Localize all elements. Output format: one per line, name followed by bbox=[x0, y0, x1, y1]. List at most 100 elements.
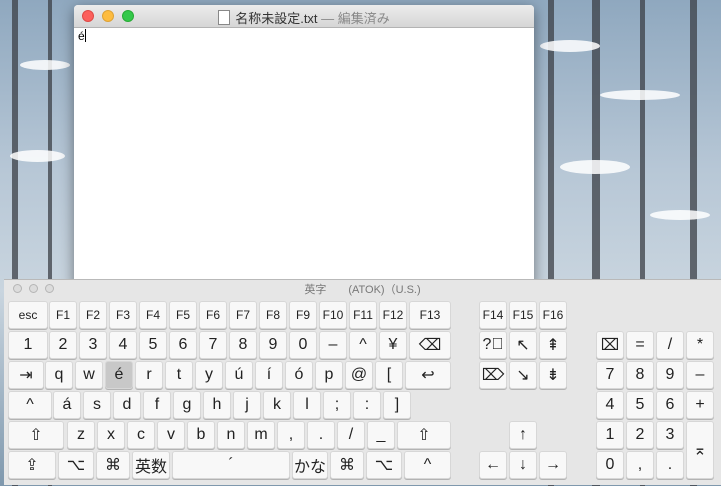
text-area[interactable]: é bbox=[78, 29, 86, 43]
key-main-33[interactable]: t bbox=[165, 361, 193, 389]
key-main-73[interactable]: かな bbox=[292, 451, 328, 479]
key-main-74[interactable]: ⌘ bbox=[330, 451, 364, 479]
key-main-43[interactable]: á bbox=[53, 391, 81, 419]
key-extra-7[interactable]: ↘ bbox=[509, 361, 537, 389]
key-main-15[interactable]: 2 bbox=[49, 331, 77, 359]
key-numpad-17[interactable]: , bbox=[626, 451, 654, 479]
key-extra-0[interactable]: F14 bbox=[479, 301, 507, 329]
key-main-39[interactable]: @ bbox=[345, 361, 373, 389]
key-main-2[interactable]: F2 bbox=[79, 301, 107, 329]
key-main-76[interactable]: ^ bbox=[404, 451, 451, 479]
key-numpad-5[interactable]: 8 bbox=[626, 361, 654, 389]
key-main-18[interactable]: 5 bbox=[139, 331, 167, 359]
key-main-48[interactable]: h bbox=[203, 391, 231, 419]
key-extra-1[interactable]: F15 bbox=[509, 301, 537, 329]
key-extra-2[interactable]: F16 bbox=[539, 301, 567, 329]
key-main-61[interactable]: n bbox=[217, 421, 245, 449]
key-main-4[interactable]: F4 bbox=[139, 301, 167, 329]
key-main-53[interactable]: : bbox=[353, 391, 381, 419]
key-main-62[interactable]: m bbox=[247, 421, 275, 449]
key-numpad-2[interactable]: / bbox=[656, 331, 684, 359]
key-main-51[interactable]: l bbox=[293, 391, 321, 419]
key-numpad-6[interactable]: 9 bbox=[656, 361, 684, 389]
key-numpad-7[interactable]: – bbox=[686, 361, 714, 389]
key-numpad-1[interactable]: = bbox=[626, 331, 654, 359]
key-main-14[interactable]: 1 bbox=[8, 331, 48, 359]
key-main-6[interactable]: F6 bbox=[199, 301, 227, 329]
key-numpad-11[interactable]: + bbox=[686, 391, 714, 419]
key-numpad-4[interactable]: 7 bbox=[596, 361, 624, 389]
key-main-58[interactable]: c bbox=[127, 421, 155, 449]
key-main-21[interactable]: 8 bbox=[229, 331, 257, 359]
key-main-5[interactable]: F5 bbox=[169, 301, 197, 329]
key-numpad-0[interactable]: ⌧ bbox=[596, 331, 624, 359]
key-numpad-9[interactable]: 5 bbox=[626, 391, 654, 419]
key-main-59[interactable]: v bbox=[157, 421, 185, 449]
key-main-37[interactable]: ó bbox=[285, 361, 313, 389]
window-titlebar[interactable]: 名称未設定.txt — 編集済み bbox=[74, 5, 534, 28]
key-main-8[interactable]: F8 bbox=[259, 301, 287, 329]
key-main-16[interactable]: 3 bbox=[79, 331, 107, 359]
key-main-66[interactable]: _ bbox=[367, 421, 395, 449]
key-main-69[interactable]: ⌥ bbox=[58, 451, 94, 479]
key-main-56[interactable]: z bbox=[67, 421, 95, 449]
key-main-60[interactable]: b bbox=[187, 421, 215, 449]
key-main-23[interactable]: 0 bbox=[289, 331, 317, 359]
key-main-40[interactable]: [ bbox=[375, 361, 403, 389]
key-main-71[interactable]: 英数 bbox=[132, 451, 170, 479]
key-main-38[interactable]: p bbox=[315, 361, 343, 389]
key-main-47[interactable]: g bbox=[173, 391, 201, 419]
key-numpad-15[interactable]: ⌅ bbox=[686, 421, 714, 479]
key-main-70[interactable]: ⌘ bbox=[96, 451, 130, 479]
key-extra-12[interactable]: → bbox=[539, 451, 567, 479]
key-main-1[interactable]: F1 bbox=[49, 301, 77, 329]
key-numpad-18[interactable]: . bbox=[656, 451, 684, 479]
key-main-3[interactable]: F3 bbox=[109, 301, 137, 329]
key-numpad-12[interactable]: 1 bbox=[596, 421, 624, 449]
key-main-57[interactable]: x bbox=[97, 421, 125, 449]
key-extra-5[interactable]: ⇞ bbox=[539, 331, 567, 359]
key-numpad-14[interactable]: 3 bbox=[656, 421, 684, 449]
key-main-26[interactable]: ¥ bbox=[379, 331, 407, 359]
key-main-13[interactable]: F13 bbox=[409, 301, 451, 329]
key-main-20[interactable]: 7 bbox=[199, 331, 227, 359]
key-main-31[interactable]: é bbox=[105, 361, 133, 389]
key-main-44[interactable]: s bbox=[83, 391, 111, 419]
key-main-45[interactable]: d bbox=[113, 391, 141, 419]
key-extra-11[interactable]: ↓ bbox=[509, 451, 537, 479]
key-main-7[interactable]: F7 bbox=[229, 301, 257, 329]
key-main-19[interactable]: 6 bbox=[169, 331, 197, 359]
key-main-50[interactable]: k bbox=[263, 391, 291, 419]
key-main-52[interactable]: ; bbox=[323, 391, 351, 419]
key-main-27[interactable]: ⌫ bbox=[409, 331, 451, 359]
key-extra-10[interactable]: ← bbox=[479, 451, 507, 479]
key-main-10[interactable]: F10 bbox=[319, 301, 347, 329]
key-main-46[interactable]: f bbox=[143, 391, 171, 419]
key-main-0[interactable]: esc bbox=[8, 301, 48, 329]
key-extra-9[interactable]: ↑ bbox=[509, 421, 537, 449]
key-main-75[interactable]: ⌥ bbox=[366, 451, 402, 479]
key-numpad-16[interactable]: 0 bbox=[596, 451, 624, 479]
key-main-68[interactable]: ⇪ bbox=[8, 451, 56, 479]
key-main-55[interactable]: ⇧ bbox=[8, 421, 64, 449]
key-numpad-8[interactable]: 4 bbox=[596, 391, 624, 419]
key-main-42[interactable]: ^ bbox=[8, 391, 52, 419]
key-extra-3[interactable]: ?⃝ bbox=[479, 331, 507, 359]
key-main-24[interactable]: – bbox=[319, 331, 347, 359]
key-main-64[interactable]: . bbox=[307, 421, 335, 449]
key-main-12[interactable]: F12 bbox=[379, 301, 407, 329]
key-main-67[interactable]: ⇧ bbox=[397, 421, 451, 449]
key-main-22[interactable]: 9 bbox=[259, 331, 287, 359]
key-main-25[interactable]: ^ bbox=[349, 331, 377, 359]
key-extra-6[interactable]: ⌦ bbox=[479, 361, 507, 389]
key-main-49[interactable]: j bbox=[233, 391, 261, 419]
key-main-63[interactable]: , bbox=[277, 421, 305, 449]
key-main-9[interactable]: F9 bbox=[289, 301, 317, 329]
key-main-35[interactable]: ú bbox=[225, 361, 253, 389]
key-extra-4[interactable]: ↖ bbox=[509, 331, 537, 359]
key-main-36[interactable]: í bbox=[255, 361, 283, 389]
key-main-28[interactable]: ⇥ bbox=[8, 361, 44, 389]
key-main-72[interactable]: ´ bbox=[172, 451, 290, 479]
key-numpad-13[interactable]: 2 bbox=[626, 421, 654, 449]
key-main-65[interactable]: / bbox=[337, 421, 365, 449]
